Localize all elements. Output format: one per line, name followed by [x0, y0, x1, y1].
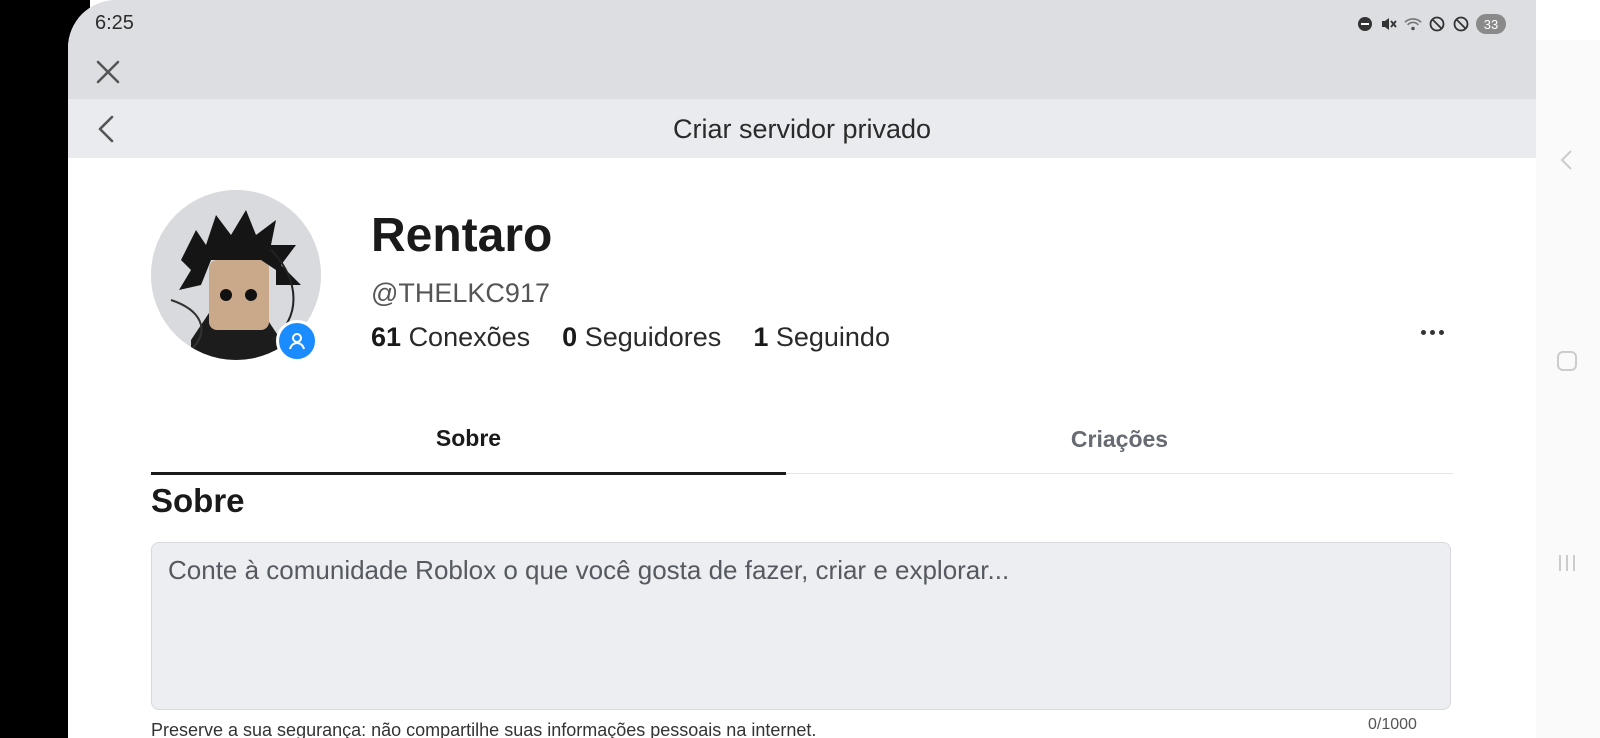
about-input[interactable]: [151, 542, 1451, 710]
blocked-icon: [1428, 15, 1446, 33]
mute-icon: [1380, 15, 1398, 33]
stat-value: 0: [562, 322, 578, 352]
more-options-button[interactable]: [1412, 320, 1452, 344]
status-icons: 33: [1356, 14, 1506, 34]
page-title: Criar servidor privado: [672, 114, 932, 144]
tab-about[interactable]: Sobre: [151, 405, 786, 475]
stat-connections[interactable]: 61 Conexões: [371, 322, 530, 353]
nav-back-icon[interactable]: [1556, 148, 1578, 172]
stat-following[interactable]: 1 Seguindo: [753, 322, 890, 353]
nav-home-icon[interactable]: [1556, 350, 1578, 372]
system-nav-strip: [1536, 40, 1600, 738]
more-icon: [1438, 329, 1444, 335]
profile-stats: 61 Conexões 0 Seguidores 1 Seguindo: [371, 322, 890, 353]
username: @THELKC917: [371, 278, 550, 308]
header-bar: Criar servidor privado: [68, 99, 1536, 158]
battery-indicator: 33: [1476, 14, 1506, 34]
status-time: 6:25: [95, 12, 134, 34]
stat-value: 61: [371, 322, 402, 352]
online-status-badge: [276, 320, 318, 362]
close-button[interactable]: [92, 56, 124, 88]
more-icon: [1420, 329, 1426, 335]
blocked-icon: [1452, 15, 1470, 33]
stat-label: Seguindo: [775, 322, 890, 352]
profile-tabs: Sobre Criações: [151, 405, 1453, 475]
wifi-icon: [1404, 15, 1422, 33]
safety-hint: Preserve a sua segurança: não compartilh…: [151, 720, 817, 738]
close-bar: [68, 48, 1536, 99]
stat-followers[interactable]: 0 Seguidores: [562, 322, 721, 353]
nav-recents-icon[interactable]: [1556, 552, 1578, 574]
more-icon: [1429, 329, 1435, 335]
user-icon: [289, 333, 305, 350]
close-icon: [96, 60, 120, 84]
stat-label: Seguidores: [584, 322, 722, 352]
display-name: Rentaro: [371, 209, 553, 262]
dnd-icon: [1356, 15, 1374, 33]
app-window: 6:25 33 Criar servidor privado Rentaro @…: [68, 0, 1536, 738]
stat-value: 1: [753, 322, 769, 352]
about-section-title: Sobre: [151, 482, 245, 519]
character-count: 0/1000: [1368, 716, 1417, 733]
tab-creations[interactable]: Criações: [786, 405, 1453, 473]
status-bar: 6:25 33: [68, 0, 1536, 48]
stat-label: Conexões: [408, 322, 531, 352]
